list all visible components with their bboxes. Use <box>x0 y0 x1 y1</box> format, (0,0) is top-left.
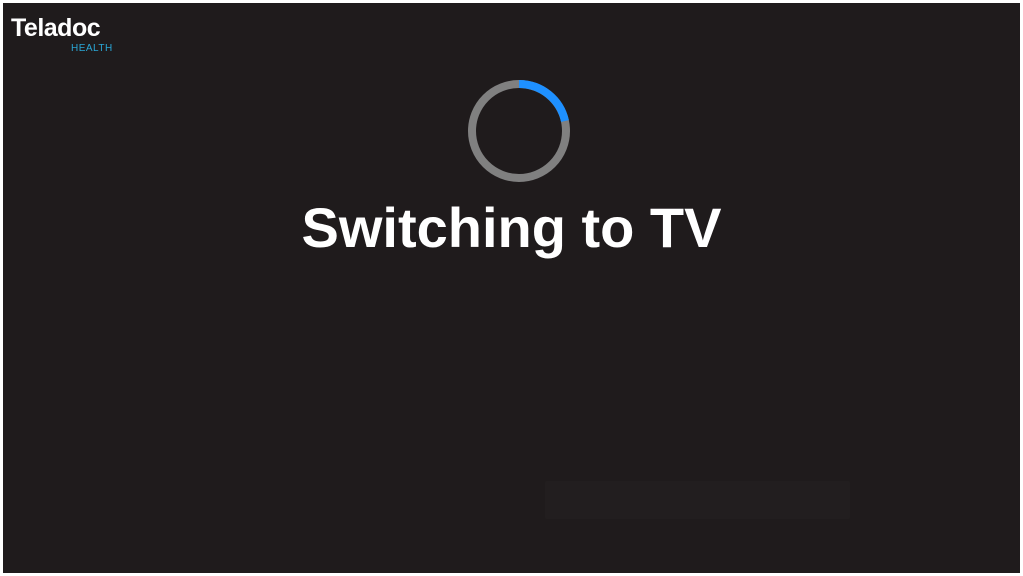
status-message: Switching to TV <box>301 196 722 259</box>
background-overlay <box>545 481 850 519</box>
loading-spinner-icon <box>468 79 570 182</box>
logo-wordmark: Teladoc <box>11 14 101 42</box>
logo-subtitle: HEALTH <box>71 43 113 54</box>
tv-switch-screen: Teladoc HEALTH Switching to TV <box>3 3 1020 573</box>
teladoc-health-logo: Teladoc HEALTH <box>11 13 131 61</box>
